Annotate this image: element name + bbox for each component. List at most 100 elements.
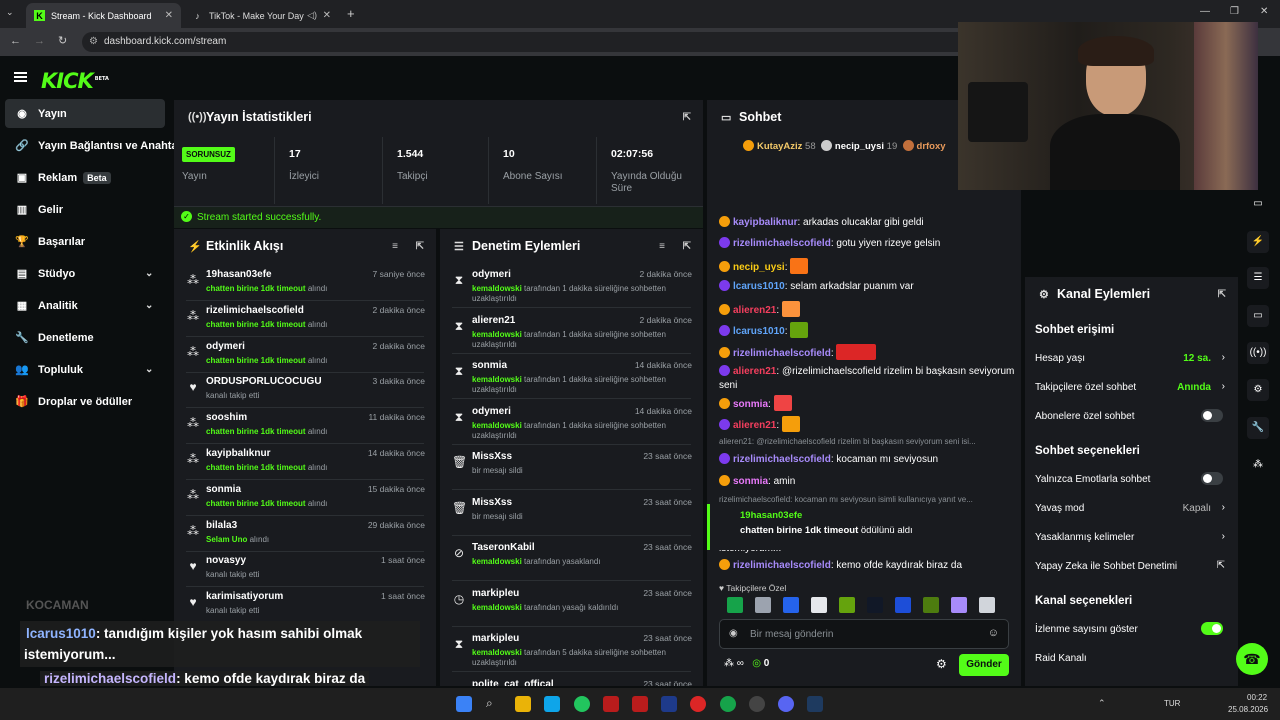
send-button[interactable]: Gönder [959, 654, 1009, 676]
forward-icon[interactable]: → [34, 35, 45, 47]
emote-option[interactable] [867, 597, 883, 613]
event-username[interactable]: kayipbalıknur [206, 448, 270, 459]
chat-username[interactable]: rizelimichaelscofield [733, 348, 831, 359]
emote-image[interactable] [781, 416, 800, 432]
app-icon[interactable] [632, 696, 648, 712]
sidebar-item-basarilar[interactable]: 🏆 Başarılar [5, 227, 165, 256]
steam-icon[interactable] [807, 696, 823, 712]
emoji-icon[interactable]: ☺ [988, 627, 999, 639]
activity-event[interactable]: ⁂ sonmia chatten birine 1dk timeout alındı… [174, 480, 436, 516]
activity-event[interactable]: ⁂ 19hasan03efe chatten birine 1dk timeout … [174, 265, 436, 301]
event-username[interactable]: alieren21 [472, 315, 515, 326]
media-icon[interactable] [690, 696, 706, 712]
emote-image[interactable] [773, 395, 792, 411]
event-username[interactable]: sonmia [206, 484, 241, 495]
sidebar-item-denetleme[interactable]: 🔧 Denetleme [5, 323, 165, 352]
clock-date[interactable]: 25.08.2026 [1228, 705, 1268, 714]
event-username[interactable]: karimisatiyorum [206, 591, 283, 602]
emote-option[interactable] [979, 597, 995, 613]
event-username[interactable]: markipleu [472, 588, 519, 599]
lightning-icon[interactable]: ⚡ [1247, 231, 1269, 253]
kick-logo[interactable]: KICK BETA [41, 69, 109, 93]
activity-event[interactable]: ♥ novasyy kanalı takip etti 1 saat önce [174, 551, 436, 587]
event-username[interactable]: ORDUSPORLUCOCUGU [206, 376, 322, 387]
raid-channel-row[interactable]: Raid Kanalı [1035, 653, 1225, 664]
moderation-event[interactable]: ⧗polite_cat_officalkemaldowski tarafında… [440, 675, 703, 687]
moderator-name[interactable]: kemaldowski [472, 648, 522, 657]
emote-option[interactable] [727, 597, 743, 613]
activity-event[interactable]: ⁂ odymeri chatten birine 1dk timeout alınd… [174, 337, 436, 373]
chat-username[interactable]: sonmia [733, 476, 768, 487]
sidebar-item-yayin[interactable]: ◉ Yayın [5, 99, 165, 128]
emote-image[interactable] [836, 344, 877, 360]
event-username[interactable]: TaseronKabil [472, 542, 535, 553]
chat-icon[interactable]: ▭ [1247, 305, 1269, 327]
chat-mode-icon[interactable]: ◉ [729, 628, 738, 639]
tab-list-icon[interactable]: ⌄ [6, 7, 14, 18]
wrench-icon[interactable]: 🔧 [1247, 417, 1269, 439]
activity-event[interactable]: ⁂ rizelimichaelscofield chatten birine 1dk… [174, 301, 436, 337]
app-icon[interactable] [603, 696, 619, 712]
sidebar-item-reklam[interactable]: ▣ Reklam Beta [5, 163, 165, 192]
moderator-name[interactable]: kemaldowski [472, 330, 522, 339]
popout-icon[interactable]: ⇱ [1218, 289, 1226, 300]
event-username[interactable]: polite_cat_offical [472, 679, 554, 687]
moderation-event[interactable]: ⧗ alieren21 kemaldowski tarafından 1 dakik… [440, 311, 703, 349]
filter-icon[interactable]: ≡ [392, 241, 398, 252]
event-username[interactable]: sonmia [472, 360, 507, 371]
chat-username[interactable]: lcarus1010 [733, 281, 785, 292]
file-explorer-icon[interactable] [515, 696, 531, 712]
event-username[interactable]: markipleu [472, 633, 519, 644]
close-tab-icon[interactable]: ✕ [323, 10, 331, 21]
event-username[interactable]: rizelimichaelscofield [206, 305, 304, 316]
banned-words-row[interactable]: Yasaklanmış kelimeler › [1035, 531, 1225, 543]
gifter-name[interactable]: necip_uysi [835, 141, 884, 152]
speaker-icon[interactable]: ◁) [307, 10, 317, 21]
activity-event[interactable]: ⁂ sooshim chatten birine 1dk timeout alınd… [174, 408, 436, 444]
discord-icon[interactable] [778, 696, 794, 712]
broadcast-icon[interactable]: ((•)) [1247, 342, 1269, 364]
emote-option[interactable] [923, 597, 939, 613]
emote-option[interactable] [811, 597, 827, 613]
emote-image[interactable] [790, 258, 809, 274]
hamburger-menu-icon[interactable] [14, 72, 27, 82]
chrome-icon[interactable] [574, 696, 590, 712]
sidebar-item-topluluk[interactable]: 👥 Topluluk ⌄ [5, 355, 165, 384]
chat-username[interactable]: necip_uysi [733, 262, 785, 273]
chat-username[interactable]: sonmia [733, 399, 768, 410]
popout-icon[interactable]: ⇱ [683, 112, 691, 123]
chat-settings-gear-icon[interactable]: ⚙ [936, 657, 947, 671]
chat-username[interactable]: rizelimichaelscofield [733, 560, 831, 571]
photos-icon[interactable] [544, 696, 560, 712]
tab-tiktok[interactable]: ♪ TikTok - Make Your Day ◁) ✕ [184, 3, 339, 28]
moderator-name[interactable]: kemaldowski [472, 421, 522, 430]
follower-only-row[interactable]: Takipçilere özel sohbet Anında › [1035, 381, 1225, 393]
event-username[interactable]: MissXss [472, 451, 512, 462]
moderation-event[interactable]: ⧗ odymeri kemaldowski tarafından 1 dakika … [440, 402, 703, 440]
start-icon[interactable] [456, 696, 472, 712]
close-tab-icon[interactable]: ✕ [165, 10, 173, 21]
activity-event[interactable]: ♥ karimisatiyorum kanalı takip etti 1 saat … [174, 587, 436, 623]
site-info-icon[interactable]: ⚙ [89, 32, 98, 52]
moderation-event[interactable]: 🗑 MissXss bir mesajı sildi 23 saat önce [440, 493, 703, 529]
sidebar-item-analitik[interactable]: ▦ Analitik ⌄ [5, 291, 165, 320]
emote-option[interactable] [951, 597, 967, 613]
activity-event[interactable]: ⁂ bilala3 Selam Uno alındı 29 dakika önce [174, 516, 436, 552]
popout-icon[interactable]: ⇱ [416, 241, 424, 252]
moderation-event[interactable]: ◷ markipleu kemaldowski tarafından yasağı … [440, 584, 703, 620]
event-username[interactable]: 19hasan03efe [206, 269, 272, 280]
chat-username[interactable]: alieren21 [733, 366, 776, 377]
emote-option[interactable] [839, 597, 855, 613]
back-icon[interactable]: ← [10, 35, 21, 47]
moderation-event[interactable]: 🗑 MissXss bir mesajı sildi 23 saat önce [440, 447, 703, 483]
support-chat-icon[interactable]: ☎ [1236, 643, 1268, 675]
chat-username[interactable]: rizelimichaelscofield [733, 238, 831, 249]
moderator-name[interactable]: kemaldowski [472, 284, 522, 293]
maximize-icon[interactable]: ❐ [1230, 6, 1239, 17]
sidebar-item-stream-key[interactable]: 🔗 Yayın Bağlantısı ve Anahtarı [5, 131, 175, 160]
sidebar-item-gelir[interactable]: ▥ Gelir [5, 195, 165, 224]
app-icon[interactable] [749, 696, 765, 712]
emote-option[interactable] [755, 597, 771, 613]
ai-moderation-row[interactable]: Yapay Zeka ile Sohbet Denetimi ⇱ [1035, 560, 1225, 572]
gifter-name[interactable]: drfoxy [917, 141, 946, 152]
